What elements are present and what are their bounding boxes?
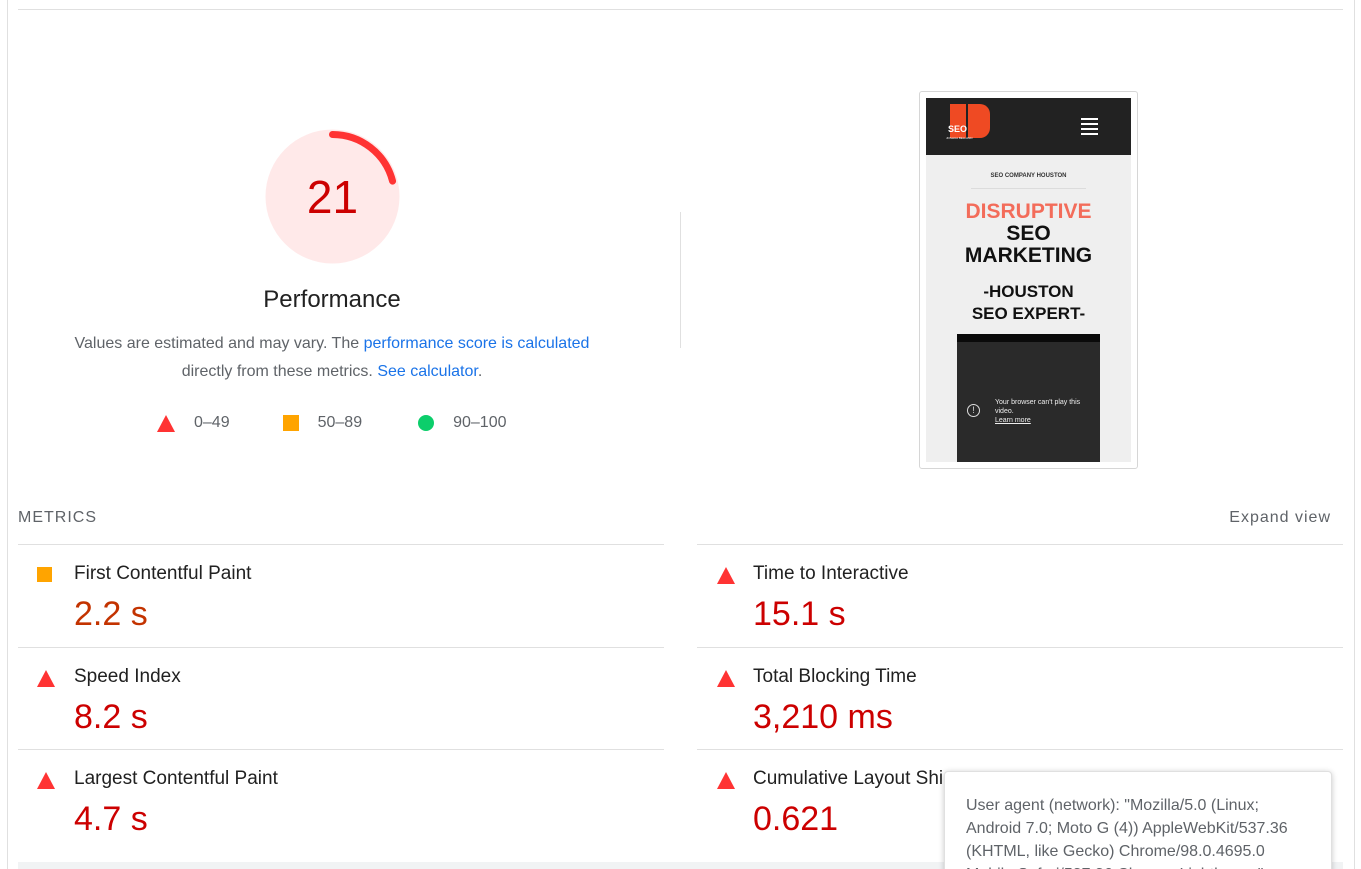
fail-triangle-icon — [37, 772, 55, 794]
desc-prefix: Values are estimated and may vary. The — [74, 335, 364, 352]
site-header: SEO JOSHUA BELLAND — [926, 98, 1131, 155]
metric-first-contentful-paint: First Contentful Paint 2.2 s — [18, 544, 664, 647]
metric-total-blocking-time: Total Blocking Time 3,210 ms — [697, 647, 1343, 750]
site-logo: SEO JOSHUA BELLAND — [946, 104, 994, 142]
site-subheadline: -HOUSTON SEO EXPERT- — [926, 281, 1131, 325]
fail-triangle-icon — [37, 670, 55, 692]
average-square-icon — [37, 567, 52, 587]
user-agent-tooltip: User agent (network): "Mozilla/5.0 (Linu… — [944, 771, 1332, 869]
top-divider — [18, 9, 1343, 10]
fail-triangle-icon — [157, 414, 175, 432]
score-calculation-link[interactable]: performance score is calculated — [364, 335, 590, 352]
desc-middle: directly from these metrics. — [181, 363, 378, 380]
site-kicker: SEO COMPANY HOUSTON — [990, 173, 1067, 179]
video-error-text: Your browser can't play this video. — [995, 399, 1081, 415]
video-message: Your browser can't play this video. Lear… — [995, 398, 1095, 425]
performance-score: 21 — [306, 170, 359, 223]
desc-suffix: . — [477, 363, 483, 380]
metric-value: 2.2 s — [74, 595, 148, 633]
metric-value: 3,210 ms — [753, 698, 893, 736]
gauge-description: Values are estimated and may vary. The p… — [52, 330, 612, 386]
alert-icon: ! — [967, 404, 980, 417]
metric-time-to-interactive: Time to Interactive 15.1 s — [697, 544, 1343, 647]
legend-average-range: 50–89 — [317, 414, 363, 431]
legend-pass: 90–100 — [418, 414, 506, 432]
headline-red: DISRUPTIVE — [965, 200, 1092, 223]
metric-label: Time to Interactive — [753, 563, 909, 584]
metric-speed-index: Speed Index 8.2 s — [18, 647, 664, 750]
metric-label: Total Blocking Time — [753, 666, 917, 687]
final-screenshot[interactable]: SEO JOSHUA BELLAND SEO COMPANY HOUSTON D… — [919, 91, 1138, 469]
site-headline: DISRUPTIVE SEO MARKETING — [926, 201, 1131, 267]
screenshot-content: SEO JOSHUA BELLAND SEO COMPANY HOUSTON D… — [926, 98, 1131, 462]
expand-view-toggle[interactable]: Expand view — [1229, 509, 1331, 527]
vertical-divider — [680, 212, 681, 348]
legend-fail-range: 0–49 — [194, 414, 230, 431]
metric-label: Cumulative Layout Shi — [753, 768, 944, 789]
performance-gauge[interactable]: 21 — [264, 128, 401, 265]
metrics-header: METRICS — [18, 509, 97, 526]
site-video: ! Your browser can't play this video. Le… — [957, 334, 1100, 462]
logo-text: SEO — [948, 124, 968, 134]
legend-average: 50–89 — [282, 414, 363, 432]
metric-largest-contentful-paint: Largest Contentful Paint 4.7 s — [18, 749, 664, 852]
metric-value: 15.1 s — [753, 595, 846, 633]
metric-label: First Contentful Paint — [74, 563, 252, 584]
fail-triangle-icon — [717, 567, 735, 589]
subhead-line1: -HOUSTON — [983, 282, 1074, 301]
average-square-icon — [282, 415, 299, 431]
metric-label: Largest Contentful Paint — [74, 768, 278, 789]
headline-line2: SEO — [1006, 222, 1051, 245]
logo-subtext: JOSHUA BELLAND — [946, 136, 973, 140]
headline-line3: MARKETING — [964, 244, 1093, 267]
gauge-title: Performance — [263, 286, 401, 313]
metric-value: 4.7 s — [74, 800, 148, 838]
metric-value: 8.2 s — [74, 698, 148, 736]
score-legend: 0–49 50–89 90–100 — [157, 414, 506, 432]
pass-circle-icon — [418, 415, 435, 431]
metric-label: Speed Index — [74, 666, 181, 687]
see-calculator-link[interactable]: See calculator — [377, 363, 478, 380]
fail-triangle-icon — [717, 772, 735, 794]
legend-fail: 0–49 — [157, 414, 230, 432]
video-learn-more: Learn more — [995, 417, 1031, 424]
legend-pass-range: 90–100 — [453, 414, 507, 431]
metric-value: 0.621 — [753, 800, 839, 838]
hamburger-menu-icon — [1081, 118, 1098, 138]
kicker-rule — [971, 188, 1086, 189]
fail-triangle-icon — [717, 670, 735, 692]
subhead-line2: SEO EXPERT- — [971, 304, 1086, 323]
